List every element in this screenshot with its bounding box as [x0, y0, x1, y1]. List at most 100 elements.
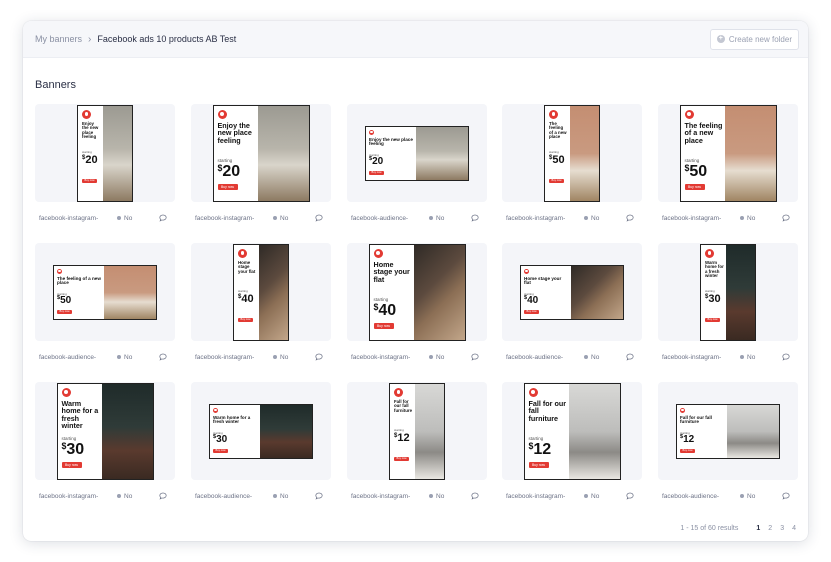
banner-headline: Warm home for a fresh winter [213, 414, 251, 425]
banner-thumbnail[interactable]: The feeling of a new place starting $50 Buy… [35, 243, 175, 341]
banner-status-label: No [591, 492, 600, 500]
comment-icon[interactable] [159, 492, 167, 500]
banner-name: facebook-audience- [662, 492, 720, 500]
banner-card[interactable]: Home stage your flat starting $40 Buy now fa… [191, 243, 331, 364]
banner-price-block: $12 [528, 440, 552, 458]
banner-buy-button: Buy now [82, 178, 97, 183]
banner-headline: The feeling of a new place [684, 120, 723, 145]
banner-thumbnail[interactable]: Home stage your flat starting $40 Buy now [191, 243, 331, 341]
banner-status-label: No [747, 492, 756, 500]
banner-thumbnail[interactable]: Home stage your flat starting $40 Buy now [347, 243, 487, 341]
comment-icon[interactable] [626, 214, 634, 222]
banner-preview: Fall for our fall furniture starting $12 Bu… [523, 382, 621, 480]
banner-thumbnail[interactable]: Warm home for a fresh winter starting $30 B… [191, 382, 331, 480]
banner-buy-button: Buy now [213, 448, 228, 453]
comment-icon[interactable] [315, 214, 323, 222]
banner-status-label: No [124, 492, 133, 500]
brand-logo-icon [238, 248, 247, 258]
comment-icon[interactable] [782, 214, 790, 222]
banner-status: No [429, 493, 471, 500]
banner-thumbnail[interactable]: Fall for our fall furniture starting $12 Bu… [502, 382, 642, 480]
banner-card[interactable]: Home stage your flat starting $40 Buy now fa… [502, 243, 642, 364]
brand-logo-icon [369, 129, 374, 135]
banner-card[interactable]: Warm home for a fresh winter starting $30 B… [191, 382, 331, 503]
banner-name: facebook-audience- [39, 353, 97, 361]
banner-card[interactable]: Fall for our fall furniture starting $12 Bu… [502, 382, 642, 503]
brand-logo-icon [373, 248, 383, 258]
create-new-folder-label: Create new folder [728, 34, 792, 44]
banner-headline: The feeling of a new place [57, 275, 101, 286]
banner-photo [259, 244, 288, 340]
comment-icon[interactable] [159, 353, 167, 361]
status-dot-icon [117, 216, 121, 220]
create-new-folder-button[interactable]: + Create new folder [709, 28, 799, 50]
banner-photo [415, 383, 444, 479]
banner-headline: Home stage your flat [373, 259, 410, 284]
banner-price-block: $20 [369, 155, 384, 167]
banner-card[interactable]: Warm home for a fresh winter starting $30 B… [658, 243, 798, 364]
comment-icon[interactable] [782, 492, 790, 500]
banner-thumbnail[interactable]: Warm home for a fresh winter starting $30 B… [658, 243, 798, 341]
status-dot-icon [273, 494, 277, 498]
banner-card[interactable]: Home stage your flat starting $40 Buy now fa… [347, 243, 487, 364]
top-bar: My banners › Facebook ads 10 products AB… [23, 21, 808, 58]
banner-name: facebook-instagram- [662, 214, 722, 222]
banner-status: No [584, 215, 626, 222]
banner-status: No [584, 493, 626, 500]
banner-thumbnail[interactable]: Fall for our fall furniture starting $12 Bu… [658, 382, 798, 480]
banner-card[interactable]: Enjoy the new place feeling starting $20 Bu… [191, 104, 331, 225]
banner-card[interactable]: Enjoy the new place feeling starting $20 Bu… [347, 104, 487, 225]
banner-thumbnail[interactable]: Warm home for a fresh winter starting $30 B… [35, 382, 175, 480]
banner-meta: facebook-instagram- No [191, 350, 331, 364]
banner-card[interactable]: The feeling of a new place starting $50 Buy… [502, 104, 642, 225]
page-link[interactable]: 4 [792, 525, 796, 532]
banner-thumbnail[interactable]: Enjoy the new place feeling starting $20 Bu… [191, 104, 331, 202]
banner-status: No [740, 215, 782, 222]
banner-headline: The feeling of a new place [549, 120, 567, 140]
breadcrumb-parent-link[interactable]: My banners [35, 34, 82, 44]
comment-icon[interactable] [315, 353, 323, 361]
banner-buy-button: Buy now [524, 309, 539, 314]
banner-buy-button: Buy now [684, 183, 705, 190]
banner-thumbnail[interactable]: The feeling of a new place starting $50 Buy… [502, 104, 642, 202]
page-link[interactable]: 1 [756, 525, 760, 532]
banner-meta: facebook-instagram- No [347, 350, 487, 364]
banner-price: 50 [689, 162, 708, 180]
banner-status: No [740, 493, 782, 500]
page-list: 1 2 3 4 [748, 525, 796, 532]
comment-icon[interactable] [471, 214, 479, 222]
banner-thumbnail[interactable]: Enjoy the new place feeling starting $20 Bu… [35, 104, 175, 202]
banner-card[interactable]: Warm home for a fresh winter starting $30 B… [35, 382, 175, 503]
comment-icon[interactable] [471, 353, 479, 361]
page-link[interactable]: 2 [768, 525, 772, 532]
banner-status: No [740, 354, 782, 361]
banner-card[interactable]: The feeling of a new place starting $50 Buy… [35, 243, 175, 364]
banner-price-block: $30 [61, 440, 85, 458]
comment-icon[interactable] [626, 353, 634, 361]
comment-icon[interactable] [159, 214, 167, 222]
page-link[interactable]: 3 [780, 525, 784, 532]
banner-card[interactable]: The feeling of a new place starting $50 Buy… [658, 104, 798, 225]
banner-headline: Home stage your flat [238, 259, 256, 274]
banner-card[interactable]: Fall for our fall furniture starting $12 Bu… [347, 382, 487, 503]
comment-icon[interactable] [626, 492, 634, 500]
banner-headline: Warm home for a fresh winter [705, 259, 724, 279]
comment-icon[interactable] [315, 492, 323, 500]
banner-thumbnail[interactable]: The feeling of a new place starting $50 Buy… [658, 104, 798, 202]
brand-logo-icon [705, 248, 714, 258]
banner-thumbnail[interactable]: Enjoy the new place feeling starting $20 Bu… [347, 104, 487, 202]
banner-card[interactable]: Fall for our fall furniture starting $12 Bu… [658, 382, 798, 503]
banner-preview: Enjoy the new place feeling starting $20 Bu… [212, 104, 310, 202]
banner-price-block: $12 [394, 431, 410, 444]
banner-photo [727, 404, 779, 458]
banner-buy-button: Buy now [373, 322, 394, 329]
brand-logo-icon [528, 387, 538, 397]
banner-status-label: No [280, 353, 289, 361]
comment-icon[interactable] [782, 353, 790, 361]
banner-thumbnail[interactable]: Fall for our fall furniture starting $12 Bu… [347, 382, 487, 480]
banner-thumbnail[interactable]: Home stage your flat starting $40 Buy now [502, 243, 642, 341]
comment-icon[interactable] [471, 492, 479, 500]
banner-name: facebook-audience- [351, 214, 409, 222]
banner-card[interactable]: Enjoy the new place feeling starting $20 Bu… [35, 104, 175, 225]
banner-headline: Warm home for a fresh winter [61, 398, 99, 431]
